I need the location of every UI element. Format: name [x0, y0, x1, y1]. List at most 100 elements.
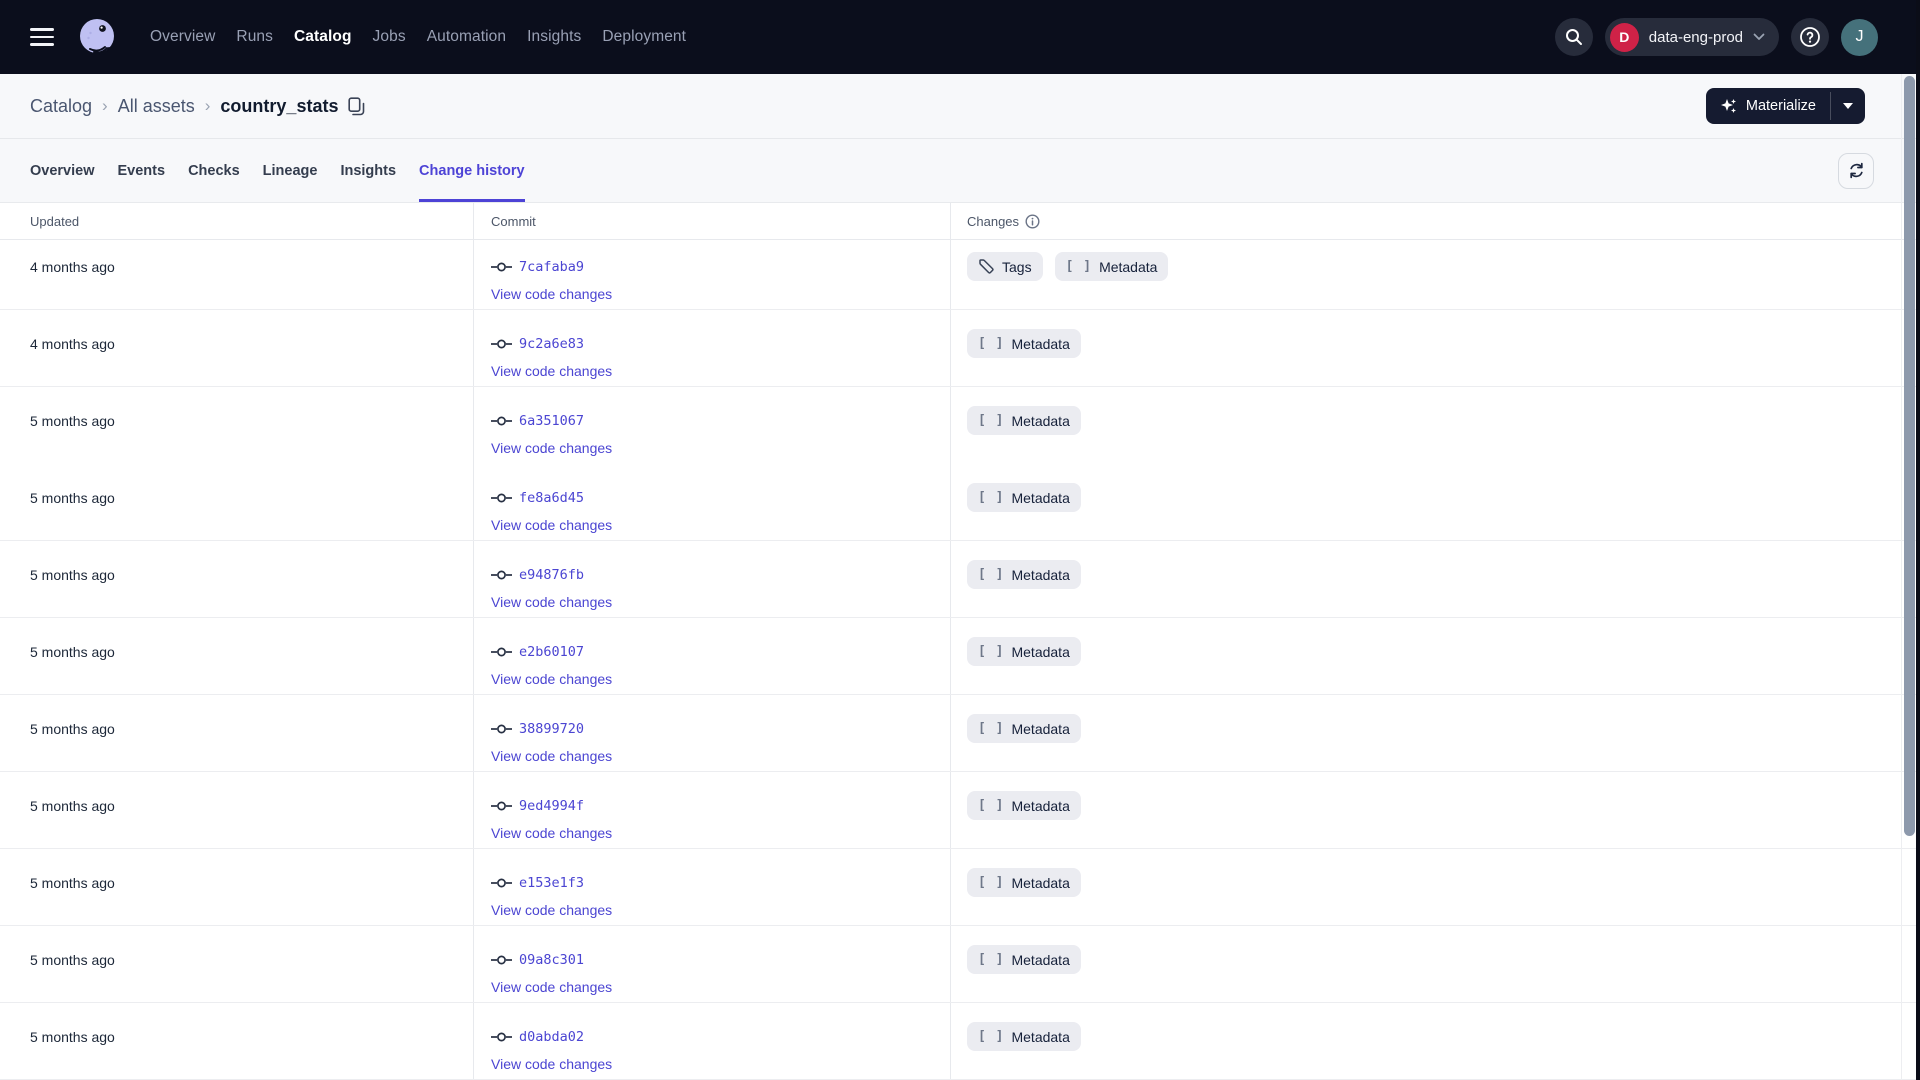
badge-label: Metadata [1011, 874, 1070, 891]
updated-cell: 4 months ago [0, 240, 474, 309]
help-button[interactable] [1791, 18, 1829, 56]
commit-hash-link[interactable]: 38899720 [519, 719, 584, 739]
changes-cell: [ ] Metadata [951, 541, 1920, 617]
materialize-options-button[interactable] [1831, 88, 1865, 124]
commit-hash-link[interactable]: d0abda02 [519, 1027, 584, 1047]
commit-icon [491, 878, 512, 888]
commit-hash-link[interactable]: 09a8c301 [519, 950, 584, 970]
copy-icon [348, 96, 365, 115]
change-history-table: Updated Commit Changes 4 months ago 7caf… [0, 203, 1920, 1080]
badge-label: Metadata [1011, 1028, 1070, 1045]
changes-cell: Tags [ ] Metadata [951, 240, 1920, 309]
view-code-changes-link[interactable]: View code changes [491, 900, 612, 920]
tab-events[interactable]: Events [118, 139, 166, 202]
updated-cell: 4 months ago [0, 310, 474, 386]
metadata-badge: [ ] Metadata [967, 714, 1081, 743]
table-row: 5 months ago d0abda02 View code changes … [0, 1003, 1920, 1080]
brackets-icon: [ ] [978, 336, 1005, 351]
commit-hash-link[interactable]: 9c2a6e83 [519, 334, 584, 354]
nav-item-deployment[interactable]: Deployment [602, 28, 686, 46]
commit-cell: d0abda02 View code changes [474, 1003, 951, 1079]
view-code-changes-link[interactable]: View code changes [491, 361, 612, 381]
badge-label: Metadata [1011, 566, 1070, 583]
changes-cell: [ ] Metadata [951, 695, 1920, 771]
view-code-changes-link[interactable]: View code changes [491, 746, 612, 766]
dagster-logo[interactable] [76, 16, 118, 58]
commit-hash-link[interactable]: 7cafaba9 [519, 257, 584, 277]
nav-item-automation[interactable]: Automation [427, 28, 506, 46]
badge-label: Metadata [1099, 258, 1158, 275]
tab-lineage[interactable]: Lineage [263, 139, 318, 202]
commit-hash-link[interactable]: 6a351067 [519, 411, 584, 431]
view-code-changes-link[interactable]: View code changes [491, 515, 612, 535]
view-code-changes-link[interactable]: View code changes [491, 284, 612, 304]
nav-item-jobs[interactable]: Jobs [373, 28, 406, 46]
nav-item-overview[interactable]: Overview [150, 28, 215, 46]
view-code-changes-link[interactable]: View code changes [491, 438, 612, 458]
tag-icon [979, 259, 994, 274]
updated-text: 4 months ago [30, 336, 115, 352]
badge-label: Metadata [1011, 720, 1070, 737]
view-code-changes-link[interactable]: View code changes [491, 1054, 612, 1074]
breadcrumb-link-catalog[interactable]: Catalog [30, 96, 92, 117]
commit-cell: 09a8c301 View code changes [474, 926, 951, 1002]
updated-text: 4 months ago [30, 259, 115, 275]
badge-label: Metadata [1011, 643, 1070, 660]
asset-tabs: Overview Events Checks Lineage Insights Chang… [30, 139, 525, 202]
deployment-switcher[interactable]: D data-eng-prod [1604, 18, 1779, 56]
changes-cell: [ ] Metadata [951, 1003, 1920, 1079]
breadcrumb-separator: › [204, 96, 211, 115]
commit-hash-link[interactable]: 9ed4994f [519, 796, 584, 816]
metadata-badge: [ ] Metadata [1054, 252, 1169, 281]
tags-badge: Tags [967, 252, 1043, 281]
breadcrumb-link-all-assets[interactable]: All assets [118, 96, 195, 117]
scrollbar-thumb[interactable] [1904, 76, 1915, 836]
view-code-changes-link[interactable]: View code changes [491, 592, 612, 612]
chevron-down-icon [1753, 33, 1765, 40]
vertical-scrollbar [1901, 74, 1916, 1080]
commit-hash-link[interactable]: e153e1f3 [519, 873, 584, 893]
view-code-changes-link[interactable]: View code changes [491, 669, 612, 689]
brackets-icon: [ ] [978, 1029, 1005, 1044]
top-nav: Overview Runs Catalog Jobs Automation Insight… [0, 0, 1920, 74]
tab-overview[interactable]: Overview [30, 139, 95, 202]
updated-text: 5 months ago [30, 567, 115, 583]
tab-checks[interactable]: Checks [188, 139, 240, 202]
table-row: 5 months ago fe8a6d45 View code changes … [0, 464, 1920, 541]
metadata-badge: [ ] Metadata [967, 945, 1081, 974]
updated-text: 5 months ago [30, 952, 115, 968]
changes-cell: [ ] Metadata [951, 618, 1920, 694]
metadata-badge: [ ] Metadata [967, 1022, 1081, 1051]
menu-icon[interactable] [30, 28, 54, 46]
commit-hash-link[interactable]: fe8a6d45 [519, 488, 584, 508]
breadcrumb: Catalog › All assets › country_stats Materia… [0, 74, 1920, 139]
commit-hash-link[interactable]: e94876fb [519, 565, 584, 585]
tab-insights[interactable]: Insights [340, 139, 396, 202]
nav-item-runs[interactable]: Runs [236, 28, 273, 46]
materialize-button[interactable]: Materialize [1706, 88, 1830, 124]
tab-change-history[interactable]: Change history [419, 139, 525, 202]
refresh-button[interactable] [1838, 152, 1874, 189]
badge-label: Metadata [1011, 412, 1070, 429]
commit-cell: fe8a6d45 View code changes [474, 464, 951, 540]
primary-nav: Overview Runs Catalog Jobs Automation Insight… [150, 28, 686, 46]
info-icon[interactable] [1025, 213, 1040, 229]
commit-icon [491, 339, 512, 349]
table-row: 5 months ago 9ed4994f View code changes … [0, 772, 1920, 849]
brackets-icon: [ ] [978, 798, 1005, 813]
commit-cell: e2b60107 View code changes [474, 618, 951, 694]
brackets-icon: [ ] [978, 644, 1005, 659]
copy-asset-name-button[interactable] [348, 96, 365, 116]
user-avatar[interactable]: J [1841, 18, 1878, 56]
nav-item-insights[interactable]: Insights [527, 28, 581, 46]
table-row: 5 months ago 38899720 View code changes … [0, 695, 1920, 772]
view-code-changes-link[interactable]: View code changes [491, 977, 612, 997]
commit-hash-link[interactable]: e2b60107 [519, 642, 584, 662]
metadata-badge: [ ] Metadata [967, 637, 1081, 666]
search-button[interactable] [1554, 18, 1593, 56]
metadata-badge: [ ] Metadata [967, 560, 1081, 589]
nav-item-catalog[interactable]: Catalog [294, 28, 352, 46]
view-code-changes-link[interactable]: View code changes [491, 823, 612, 843]
brackets-icon: [ ] [978, 490, 1005, 505]
updated-cell: 5 months ago [0, 772, 474, 848]
